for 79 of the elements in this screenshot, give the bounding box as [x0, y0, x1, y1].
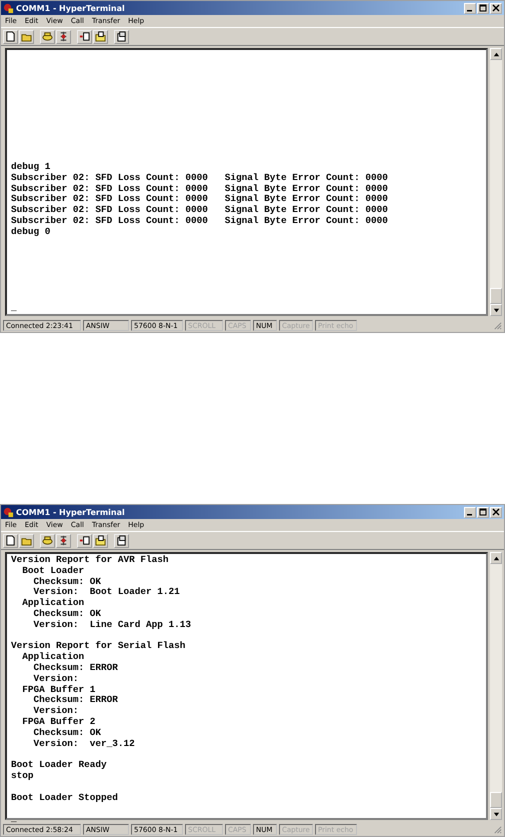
terminal-line: Version: — [32, 674, 80, 685]
toolbar-button[interactable] — [19, 534, 34, 548]
close-button[interactable] — [490, 2, 502, 14]
terminal-line: Checksum: OK — [32, 728, 102, 739]
toolbar-button[interactable] — [93, 534, 108, 548]
down-arrow-icon — [492, 306, 500, 314]
minimize-button[interactable] — [464, 2, 476, 14]
terminal-line: Subscriber 02: SFD Loss Count: 0000 Signal Byte Error Count: 0000 — [11, 184, 389, 194]
resize-grip-icon[interactable] — [493, 320, 502, 330]
scroll-down-button[interactable] — [490, 304, 502, 316]
toolbar-button[interactable] — [56, 534, 71, 548]
send-file-icon — [79, 31, 90, 42]
close-button[interactable] — [490, 506, 502, 518]
terminal-line: Version: Boot Loader 1.21 — [32, 587, 181, 598]
terminal-line: FPGA Buffer 1 — [21, 684, 96, 695]
terminal-line: FPGA Buffer 2 — [21, 716, 96, 728]
send-file-icon — [79, 535, 90, 546]
vertical-scrollbar[interactable] — [490, 552, 502, 820]
terminal-line: Checksum: ERROR — [32, 662, 119, 674]
close-icon — [492, 508, 500, 516]
window-title: COMM1 - HyperTerminal — [16, 4, 125, 12]
receive-file-icon — [95, 535, 106, 546]
terminal-line: Version Report for AVR Flash — [11, 555, 170, 566]
maximize-button[interactable] — [477, 2, 489, 14]
toolbar-button[interactable] — [40, 534, 55, 548]
scroll-thumb[interactable] — [490, 288, 502, 304]
terminal-line: Application — [21, 598, 86, 609]
minimize-button[interactable] — [464, 506, 476, 518]
new-file-icon — [5, 535, 16, 546]
maximize-icon — [479, 4, 487, 12]
properties-icon — [116, 535, 127, 546]
terminal-line: Subscriber 02: SFD Loss Count: 0000 Signal Byte Error Count: 0000 — [11, 194, 389, 205]
terminal-line: debug 1 — [11, 162, 52, 173]
close-icon — [492, 4, 500, 12]
window-title: COMM1 - HyperTerminal — [16, 508, 125, 516]
terminal-line: Boot Loader Stopped — [11, 792, 119, 804]
toolbar-button[interactable] — [3, 534, 18, 548]
up-arrow-icon — [492, 50, 500, 58]
terminal-line: Version: — [32, 706, 80, 717]
toolbar-button[interactable] — [40, 30, 55, 44]
terminal-line: Boot Loader — [21, 566, 86, 577]
toolbar-button[interactable] — [3, 30, 18, 44]
terminal-line: Application — [21, 652, 86, 663]
terminal-line: Checksum: OK — [32, 576, 102, 587]
toolbar-button[interactable] — [93, 30, 108, 44]
scroll-down-button[interactable] — [490, 808, 502, 820]
terminal-line: Subscriber 02: SFD Loss Count: 0000 Signal Byte Error Count: 0000 — [11, 205, 389, 216]
scroll-up-button[interactable] — [490, 552, 502, 564]
down-arrow-icon — [492, 810, 500, 818]
terminal-line: stop — [11, 770, 35, 782]
vertical-scrollbar[interactable] — [490, 48, 502, 316]
toolbar-button[interactable] — [19, 30, 34, 44]
toolbar-button[interactable] — [114, 534, 129, 548]
terminal-line: Boot Loader Ready — [11, 760, 108, 771]
open-folder-icon — [21, 31, 32, 42]
toolbar-button[interactable] — [77, 534, 92, 548]
terminal-line: Checksum: ERROR — [32, 695, 119, 706]
up-arrow-icon — [492, 554, 500, 562]
scroll-up-button[interactable] — [490, 48, 502, 60]
terminal-line: debug 0 — [11, 226, 52, 238]
resize-grip-icon[interactable] — [493, 824, 502, 834]
scroll-thumb[interactable] — [490, 792, 502, 808]
text-cursor: _ — [11, 303, 17, 314]
maximize-icon — [479, 508, 487, 516]
properties-icon — [116, 31, 127, 42]
terminal-line: Version: Line Card App 1.13 — [32, 620, 192, 631]
terminal-line: Checksum: OK — [32, 608, 102, 620]
terminal-line: Version Report for Serial Flash — [11, 641, 186, 652]
terminal-line: Subscriber 02: SFD Loss Count: 0000 Signal Byte Error Count: 0000 — [11, 216, 389, 227]
receive-file-icon — [95, 31, 106, 42]
toolbar-button[interactable] — [56, 30, 71, 44]
terminal-line: Subscriber 02: SFD Loss Count: 0000 Signal Byte Error Count: 0000 — [11, 172, 389, 184]
toolbar-button[interactable] — [114, 30, 129, 44]
new-file-icon — [5, 31, 16, 42]
maximize-button[interactable] — [477, 506, 489, 518]
open-folder-icon — [21, 535, 32, 546]
text-cursor: _ — [11, 814, 17, 825]
terminal-line: Version: ver_3.12 — [32, 738, 136, 750]
toolbar-button[interactable] — [77, 30, 92, 44]
